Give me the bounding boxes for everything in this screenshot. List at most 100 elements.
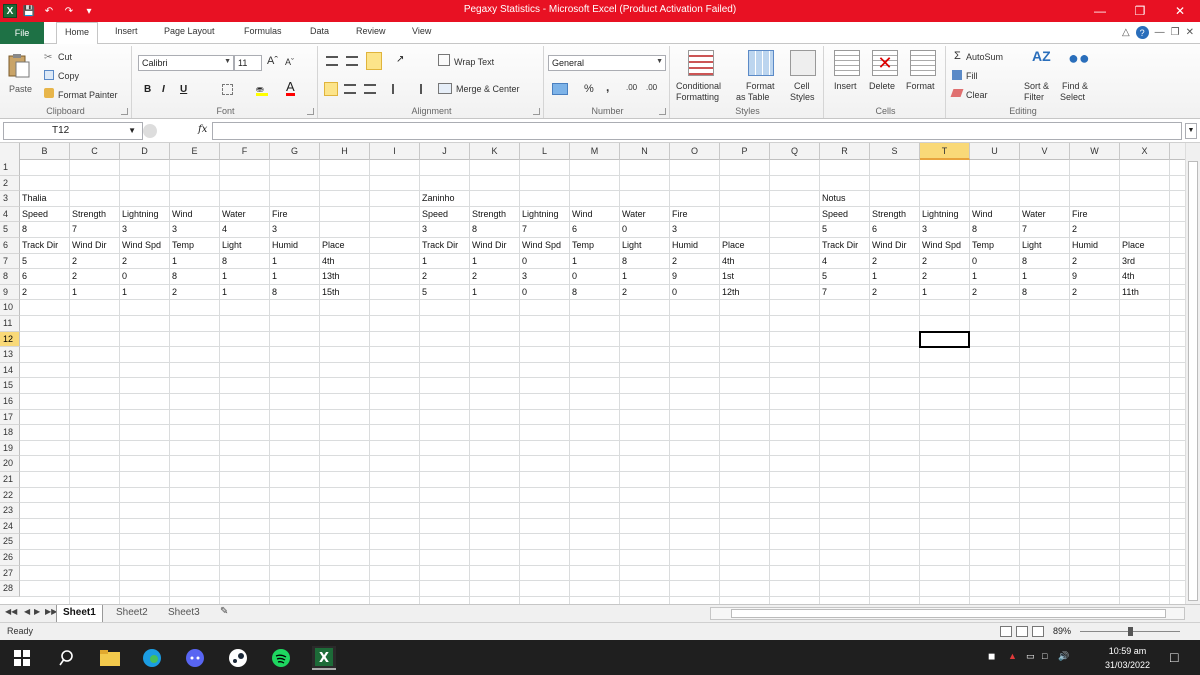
row-header-27[interactable]: 27 <box>0 565 20 582</box>
row-header-6[interactable]: 6 <box>0 238 20 254</box>
cell-d6[interactable]: Wind Spd <box>120 238 161 253</box>
expand-formula-bar-icon[interactable]: ▼ <box>1185 123 1197 139</box>
cell-b7[interactable]: 5 <box>20 254 27 269</box>
format-as-table-icon[interactable] <box>748 50 774 76</box>
active-cell-outline[interactable] <box>919 330 970 349</box>
tab-home[interactable]: Home <box>56 22 99 45</box>
cell-j3[interactable]: Zaninho <box>420 191 455 206</box>
column-header-s[interactable]: S <box>870 143 920 160</box>
format-as-table-button[interactable]: Format <box>746 81 775 91</box>
cell-b6[interactable]: Track Dir <box>20 238 58 253</box>
column-header-e[interactable]: E <box>170 143 220 160</box>
cell-l9[interactable]: 0 <box>520 285 527 300</box>
file-explorer-icon[interactable] <box>98 646 122 670</box>
insert-cells-icon[interactable] <box>834 50 860 76</box>
cell-f8[interactable]: 1 <box>220 269 227 284</box>
cell-w5[interactable]: 2 <box>1070 222 1077 237</box>
cell-k8[interactable]: 2 <box>470 269 477 284</box>
cell-k4[interactable]: Strength <box>470 207 506 222</box>
column-header-u[interactable]: U <box>970 143 1020 160</box>
cell-m6[interactable]: Temp <box>570 238 594 253</box>
cell-t8[interactable]: 2 <box>920 269 927 284</box>
grow-font-icon[interactable]: Aˆ <box>267 55 278 67</box>
tab-insert[interactable]: Insert <box>115 26 138 36</box>
merge-center-button[interactable]: Merge & Center <box>456 84 520 94</box>
conditional-formatting-button-line2[interactable]: Formatting <box>676 92 719 102</box>
cut-button[interactable]: Cut <box>58 52 72 62</box>
accounting-format-icon[interactable] <box>552 83 568 95</box>
cell-o7[interactable]: 2 <box>670 254 677 269</box>
font-launcher-icon[interactable] <box>307 108 314 115</box>
cell-d5[interactable]: 3 <box>120 222 127 237</box>
cell-f6[interactable]: Light <box>220 238 242 253</box>
row-header-17[interactable]: 17 <box>0 409 20 426</box>
merge-center-icon[interactable] <box>438 83 452 94</box>
cell-n7[interactable]: 8 <box>620 254 627 269</box>
cut-icon[interactable]: ✂ <box>44 52 52 63</box>
cell-j7[interactable]: 1 <box>420 254 427 269</box>
column-header-g[interactable]: G <box>270 143 320 160</box>
cell-l6[interactable]: Wind Spd <box>520 238 561 253</box>
cell-d7[interactable]: 2 <box>120 254 127 269</box>
cell-m4[interactable]: Wind <box>570 207 593 222</box>
zoom-slider-thumb[interactable] <box>1128 627 1133 636</box>
row-header-7[interactable]: 7 <box>0 253 20 270</box>
paste-icon[interactable] <box>6 52 32 78</box>
cell-h6[interactable]: Place <box>320 238 345 253</box>
row-header-22[interactable]: 22 <box>0 487 20 504</box>
cell-e7[interactable]: 1 <box>170 254 177 269</box>
cell-v7[interactable]: 8 <box>1020 254 1027 269</box>
tab-data[interactable]: Data <box>310 26 329 36</box>
row-header-3[interactable]: 3 <box>0 191 20 207</box>
cell-g9[interactable]: 8 <box>270 285 277 300</box>
windows-start-icon[interactable] <box>10 646 34 670</box>
network-tray-icon[interactable]: □ <box>1042 651 1047 661</box>
column-header-f[interactable]: F <box>220 143 270 160</box>
cell-t4[interactable]: Lightning <box>920 207 959 222</box>
cell-s4[interactable]: Strength <box>870 207 906 222</box>
spotify-icon[interactable] <box>269 646 293 670</box>
cell-c8[interactable]: 2 <box>70 269 77 284</box>
cell-r8[interactable]: 5 <box>820 269 827 284</box>
cell-j6[interactable]: Track Dir <box>420 238 458 253</box>
column-header-c[interactable]: C <box>70 143 120 160</box>
cell-r7[interactable]: 4 <box>820 254 827 269</box>
cell-b4[interactable]: Speed <box>20 207 48 222</box>
cell-styles-button-line2[interactable]: Styles <box>790 92 815 102</box>
eraser-icon[interactable] <box>950 89 964 97</box>
binoculars-icon[interactable]: ●● <box>1068 48 1090 69</box>
cell-l4[interactable]: Lightning <box>520 207 559 222</box>
cell-r5[interactable]: 5 <box>820 222 827 237</box>
cell-l7[interactable]: 0 <box>520 254 527 269</box>
insert-function-button[interactable]: fx <box>198 124 207 135</box>
cell-v4[interactable]: Water <box>1020 207 1046 222</box>
cell-g5[interactable]: 3 <box>270 222 277 237</box>
cell-n4[interactable]: Water <box>620 207 646 222</box>
cell-e8[interactable]: 8 <box>170 269 177 284</box>
column-header-p[interactable]: P <box>720 143 770 160</box>
row-header-21[interactable]: 21 <box>0 472 20 488</box>
steam-icon[interactable] <box>226 646 250 670</box>
decrease-decimal-icon[interactable]: .00 <box>646 83 657 92</box>
discord-icon[interactable] <box>183 646 207 670</box>
paste-button[interactable]: Paste <box>9 84 32 94</box>
page-break-view-icon[interactable] <box>1032 626 1044 637</box>
cell-w4[interactable]: Fire <box>1070 207 1088 222</box>
excel-taskbar-icon[interactable]: X <box>312 646 336 670</box>
cell-e6[interactable]: Temp <box>170 238 194 253</box>
row-header-5[interactable]: 5 <box>0 222 20 238</box>
delete-cells-button[interactable]: Delete <box>869 81 895 91</box>
cell-j4[interactable]: Speed <box>420 207 448 222</box>
font-color-icon[interactable]: A <box>286 80 295 96</box>
row-header-14[interactable]: 14 <box>0 362 20 379</box>
column-header-m[interactable]: M <box>570 143 620 160</box>
cell-s7[interactable]: 2 <box>870 254 877 269</box>
cell-x9[interactable]: 11th <box>1120 285 1139 300</box>
cell-v6[interactable]: Light <box>1020 238 1042 253</box>
cell-b5[interactable]: 8 <box>20 222 27 237</box>
cell-l5[interactable]: 7 <box>520 222 527 237</box>
normal-view-icon[interactable] <box>1000 626 1012 637</box>
cell-e9[interactable]: 2 <box>170 285 177 300</box>
row-header-8[interactable]: 8 <box>0 269 20 285</box>
cell-styles-button[interactable]: Cell <box>794 81 810 91</box>
